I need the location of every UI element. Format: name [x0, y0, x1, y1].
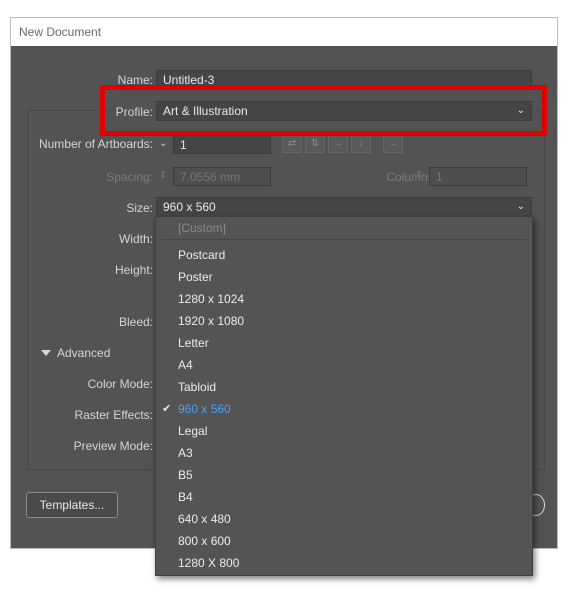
size-option[interactable]: Legal: [156, 420, 532, 442]
size-option[interactable]: Poster: [156, 266, 532, 288]
preview-mode-label: Preview Mode:: [73, 439, 153, 453]
size-option[interactable]: B4: [156, 486, 532, 508]
spacing-label: Spacing:: [106, 170, 153, 184]
grid-by-row-icon[interactable]: ⇄: [282, 135, 302, 153]
size-value: 960 x 560: [163, 200, 216, 214]
dialog-title: New Document: [11, 18, 557, 46]
width-label: Width:: [118, 232, 153, 246]
checkmark-icon: ✔: [162, 403, 172, 415]
arrange-by-row-icon[interactable]: →: [328, 135, 348, 153]
size-option[interactable]: 1280 x 1024: [156, 288, 532, 310]
dropdown-separator: [162, 239, 526, 240]
artboards-label: Number of Artboards:: [38, 137, 153, 151]
artboards-stepper-icon[interactable]: ⌄: [159, 138, 167, 149]
spacing-input[interactable]: 7.0556 mm: [173, 167, 271, 186]
size-option[interactable]: Tabloid: [156, 376, 532, 398]
templates-button[interactable]: Templates...: [26, 492, 118, 518]
columns-stepper-icon[interactable]: ⇕: [415, 170, 423, 181]
size-option[interactable]: A3: [156, 442, 532, 464]
size-select[interactable]: 960 x 560 ⌄: [156, 197, 532, 217]
arrange-by-column-icon[interactable]: ↓: [351, 135, 371, 153]
size-option[interactable]: 1920 x 1080: [156, 310, 532, 332]
color-mode-label: Color Mode:: [87, 377, 153, 391]
size-option-label: 960 x 560: [178, 402, 231, 416]
size-option[interactable]: B5: [156, 464, 532, 486]
advanced-label[interactable]: Advanced: [57, 346, 110, 360]
artboards-input[interactable]: 1: [173, 135, 271, 154]
size-option[interactable]: 1280 X 800: [156, 552, 532, 574]
size-option[interactable]: 640 x 480: [156, 508, 532, 530]
advanced-toggle-icon[interactable]: [41, 350, 51, 356]
size-option[interactable]: 800 x 600: [156, 530, 532, 552]
profile-highlight-box: [100, 85, 547, 136]
spacing-stepper-icon[interactable]: ⇕: [159, 170, 167, 181]
size-option[interactable]: Letter: [156, 332, 532, 354]
bleed-label: Bleed:: [118, 315, 153, 329]
right-to-left-icon[interactable]: →: [383, 135, 403, 153]
chevron-down-icon: ⌄: [516, 201, 525, 212]
grid-by-column-icon[interactable]: ⇅: [305, 135, 325, 153]
size-dropdown-list: [Custom] Postcard Poster 1280 x 1024 192…: [155, 216, 533, 576]
size-option-custom: [Custom]: [178, 221, 227, 235]
size-option-selected[interactable]: ✔ 960 x 560: [156, 398, 532, 420]
size-label: Size:: [126, 201, 153, 215]
height-label: Height:: [114, 263, 153, 277]
size-option[interactable]: A4: [156, 354, 532, 376]
raster-effects-label: Raster Effects:: [74, 408, 153, 422]
columns-input[interactable]: 1: [429, 167, 527, 186]
size-option[interactable]: Postcard: [156, 244, 532, 266]
